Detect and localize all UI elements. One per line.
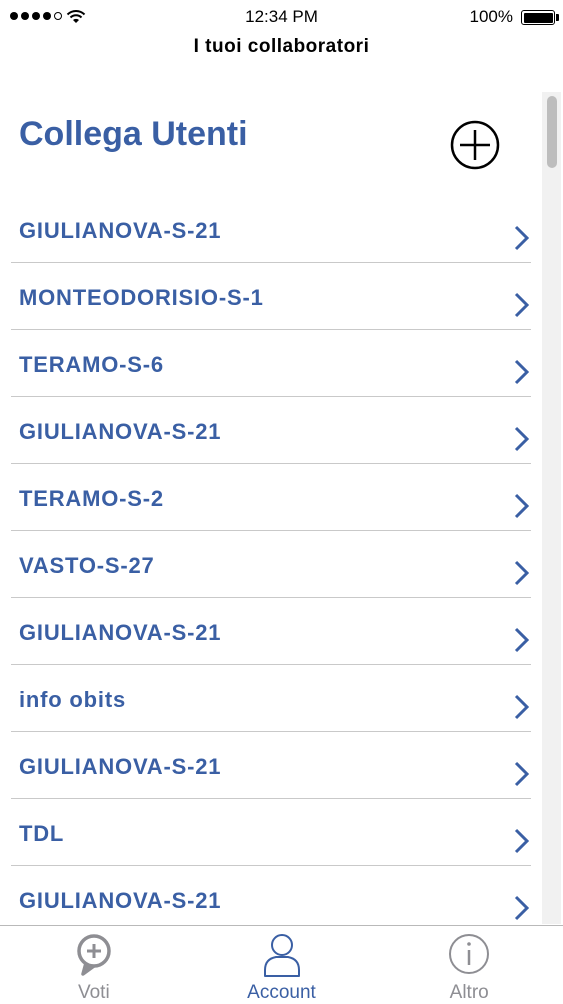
chevron-right-icon	[514, 359, 529, 385]
chevron-right-icon	[514, 895, 529, 921]
tab-label: Account	[247, 982, 316, 1003]
section-title: Collega Utenti	[19, 115, 248, 153]
scrollbar[interactable]	[542, 92, 561, 924]
list-item-label: info obits	[19, 687, 126, 712]
tab-account[interactable]: Account	[188, 926, 376, 1003]
tab-voti[interactable]: Voti	[0, 926, 188, 1003]
battery-tip	[556, 14, 559, 21]
list-item-label: VASTO-S-27	[19, 553, 155, 578]
list-item-label: GIULIANOVA-S-21	[19, 888, 222, 913]
chevron-right-icon	[514, 761, 529, 787]
list-item-label: TERAMO-S-6	[19, 352, 164, 377]
chevron-right-icon	[514, 225, 529, 251]
list-item-label: GIULIANOVA-S-21	[19, 754, 222, 779]
list-item-label: TDL	[19, 821, 65, 846]
battery-percentage: 100%	[469, 7, 513, 26]
list-item[interactable]: GIULIANOVA-S-21	[11, 732, 531, 799]
list-item[interactable]: TDL	[11, 799, 531, 866]
page-title: I tuoi collaboratori	[193, 36, 370, 57]
list-item[interactable]: GIULIANOVA-S-21	[11, 196, 531, 263]
list-item-label: GIULIANOVA-S-21	[19, 620, 222, 645]
chevron-right-icon	[514, 292, 529, 318]
battery-icon	[521, 10, 555, 25]
list-item[interactable]: TERAMO-S-2	[11, 464, 531, 531]
list-item[interactable]: VASTO-S-27	[11, 531, 531, 598]
tab-label: Voti	[77, 982, 110, 1003]
person-icon	[263, 934, 300, 977]
tab-bar: Voti Account Altro	[0, 925, 563, 1003]
plus-circle-icon	[450, 120, 500, 170]
chevron-right-icon	[514, 828, 529, 854]
list-item-label: TERAMO-S-2	[19, 486, 164, 511]
chevron-right-icon	[514, 694, 529, 720]
user-list: GIULIANOVA-S-21 MONTEODORISIO-S-1 TERAMO…	[11, 196, 531, 932]
list-item-label: MONTEODORISIO-S-1	[19, 285, 264, 310]
list-item[interactable]: MONTEODORISIO-S-1	[11, 263, 531, 330]
list-item-label: GIULIANOVA-S-21	[19, 419, 222, 444]
list-item[interactable]: TERAMO-S-6	[11, 330, 531, 397]
tab-label: Altro	[449, 982, 489, 1003]
list-item[interactable]: GIULIANOVA-S-21	[11, 397, 531, 464]
tab-altro[interactable]: Altro	[375, 926, 563, 1003]
add-user-button[interactable]	[449, 119, 501, 171]
chevron-right-icon	[514, 627, 529, 653]
list-item[interactable]: GIULIANOVA-S-21	[11, 866, 531, 932]
list-item[interactable]: info obits	[11, 665, 531, 732]
list-item-label: GIULIANOVA-S-21	[19, 218, 222, 243]
list-item[interactable]: GIULIANOVA-S-21	[11, 598, 531, 665]
chevron-right-icon	[514, 426, 529, 452]
info-circle-icon	[449, 934, 490, 974]
scrollbar-thumb[interactable]	[547, 96, 557, 168]
chevron-right-icon	[514, 493, 529, 519]
status-bar: 12:34 PM 100%	[0, 0, 563, 36]
speech-bubble-plus-icon	[77, 934, 111, 976]
chevron-right-icon	[514, 560, 529, 586]
